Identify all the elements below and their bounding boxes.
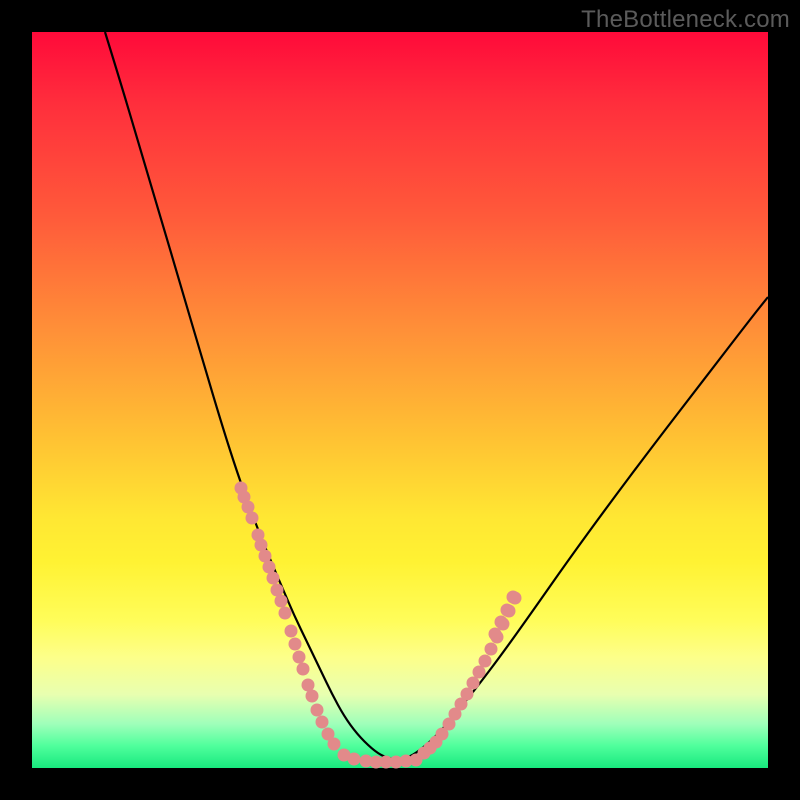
data-dot <box>311 704 324 717</box>
data-dot <box>289 638 302 651</box>
data-dot <box>507 591 520 604</box>
data-dot <box>485 643 498 656</box>
data-dot <box>246 512 259 525</box>
curve-svg <box>32 32 768 768</box>
data-dot <box>495 616 508 629</box>
chart-frame: TheBottleneck.com <box>0 0 800 800</box>
data-dot <box>467 677 480 690</box>
data-dot <box>267 572 280 585</box>
data-dot <box>275 595 288 608</box>
watermark-text: TheBottleneck.com <box>581 6 790 34</box>
data-dots <box>235 482 522 769</box>
data-dot <box>293 651 306 664</box>
data-dot <box>479 655 492 668</box>
data-dot <box>297 663 310 676</box>
data-dot <box>316 716 329 729</box>
plot-area <box>32 32 768 768</box>
data-dot <box>348 753 361 766</box>
data-dot <box>306 690 319 703</box>
data-dot <box>461 688 474 701</box>
data-dot <box>501 604 514 617</box>
data-dot <box>473 666 486 679</box>
bottleneck-curve <box>105 32 768 759</box>
data-dot <box>328 738 341 751</box>
data-dot <box>489 628 502 641</box>
data-dot <box>285 625 298 638</box>
data-dot <box>279 607 292 620</box>
